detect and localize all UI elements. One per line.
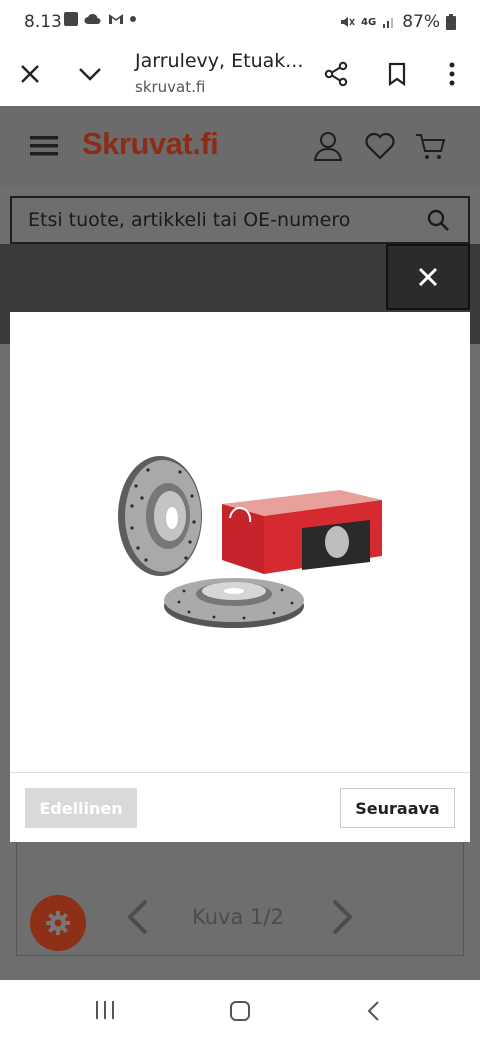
modal-divider: [10, 772, 470, 773]
cart-icon[interactable]: [414, 130, 446, 162]
more-vertical-icon: [449, 62, 455, 86]
brake-disc-flat: [164, 578, 304, 628]
network-type: 4G: [361, 16, 377, 28]
site-header: Skruvat.fi: [0, 106, 480, 186]
gear-icon: [46, 911, 70, 935]
bookmark-icon: [388, 62, 406, 86]
wishlist-heart-icon[interactable]: [364, 130, 396, 162]
lightbox-close-button[interactable]: [386, 244, 470, 310]
site-logo[interactable]: Skruvat.fi: [82, 126, 219, 162]
status-time: 8.13: [24, 12, 62, 32]
status-right: 4G 87%: [339, 12, 456, 32]
product-image: [10, 312, 470, 772]
next-button[interactable]: Seuraava: [340, 788, 455, 828]
status-bar: 8.13 4G 87%: [0, 0, 480, 44]
back-icon[interactable]: [366, 1000, 380, 1022]
previous-button[interactable]: Edellinen: [25, 788, 137, 828]
battery-percent: 87%: [402, 12, 440, 32]
image-lightbox: Edellinen Seuraava: [10, 312, 470, 842]
gmail-icon: [109, 14, 123, 24]
mute-icon: [341, 17, 355, 27]
brake-disc-product-illustration: [118, 456, 382, 628]
search-placeholder: Etsi tuote, artikkeli tai OE-numero: [28, 209, 351, 231]
collapse-button[interactable]: [70, 54, 110, 94]
chevron-left-icon[interactable]: [126, 899, 150, 935]
page-title: Jarrulevy, Etuak...: [135, 50, 304, 72]
battery-icon: [446, 14, 456, 30]
checkbox-notification-icon: [64, 12, 78, 26]
more-notifications-dot: [130, 16, 136, 22]
brembo-box: [222, 490, 382, 574]
pager-label: Kuva 1/2: [192, 905, 284, 929]
system-nav-bar: [0, 980, 480, 1040]
page-domain: skruvat.fi: [135, 78, 206, 96]
close-icon: [418, 267, 438, 287]
share-icon: [324, 61, 348, 87]
hamburger-menu-icon[interactable]: [30, 136, 58, 156]
search-input[interactable]: Etsi tuote, artikkeli tai OE-numero: [10, 196, 470, 244]
cloud-icon: [84, 13, 101, 24]
chevron-right-icon[interactable]: [330, 899, 354, 935]
brake-disc-standing: [118, 456, 202, 576]
notification-icons: [64, 12, 136, 26]
bookmark-button[interactable]: [377, 54, 417, 94]
search-icon[interactable]: [426, 208, 450, 232]
close-icon: [21, 65, 39, 83]
chevron-down-icon: [79, 68, 101, 81]
share-button[interactable]: [316, 54, 356, 94]
account-icon[interactable]: [312, 130, 344, 162]
image-pager: Kuva 1/2: [120, 895, 370, 941]
home-icon[interactable]: [229, 1000, 251, 1022]
close-tab-button[interactable]: [10, 54, 50, 94]
browser-toolbar: Jarrulevy, Etuak... skruvat.fi: [0, 44, 480, 106]
signal-icon: [383, 18, 394, 28]
settings-fab[interactable]: [30, 895, 86, 951]
more-options-button[interactable]: [432, 54, 472, 94]
recent-apps-icon[interactable]: [94, 1000, 116, 1020]
